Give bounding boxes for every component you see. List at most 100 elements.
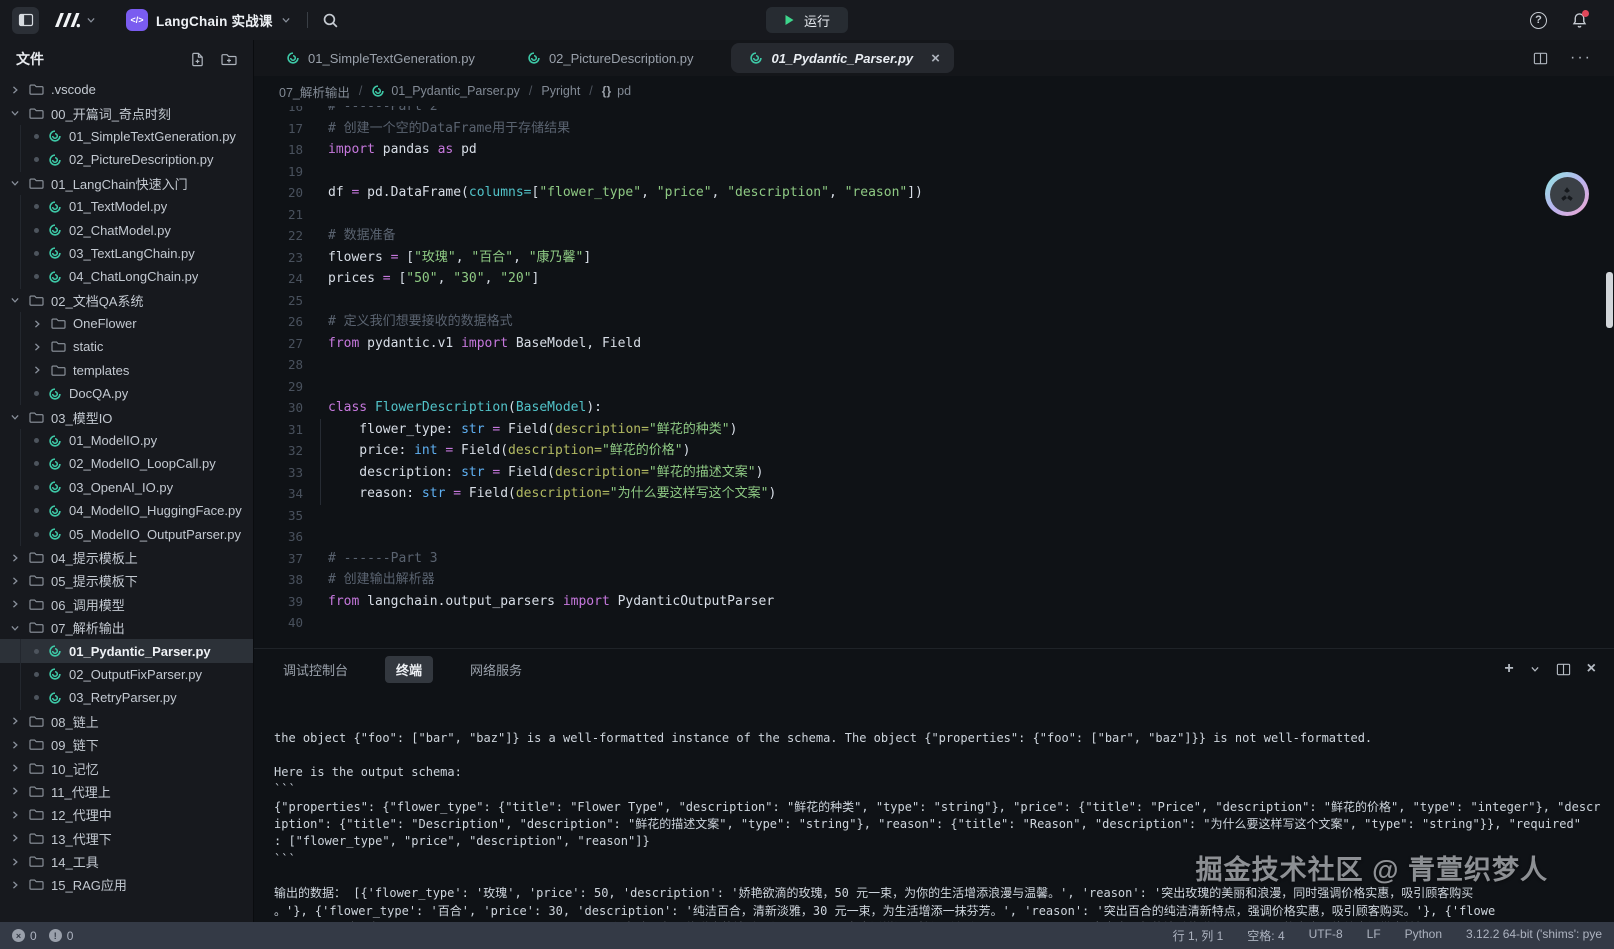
tree-item[interactable]: 03_RetryParser.py xyxy=(0,686,253,709)
tree-item-label: 01_SimpleTextGeneration.py xyxy=(69,129,236,144)
folder-icon xyxy=(29,574,44,587)
sidebar-toggle-button[interactable] xyxy=(12,7,39,34)
new-folder-icon[interactable] xyxy=(221,52,237,67)
statusbar-item[interactable]: 行 1, 列 1 xyxy=(1173,927,1224,944)
python-file-icon xyxy=(48,527,62,541)
tree-item[interactable]: 04_ChatLongChain.py xyxy=(0,265,253,288)
tree-item[interactable]: DocQA.py xyxy=(0,382,253,405)
folder-icon xyxy=(51,317,66,330)
tree-item[interactable]: 03_OpenAI_IO.py xyxy=(0,476,253,499)
breadcrumb-item[interactable]: {}pd xyxy=(602,84,631,98)
tree-item[interactable]: 02_OutputFixParser.py xyxy=(0,663,253,686)
tree-item[interactable]: 01_SimpleTextGeneration.py xyxy=(0,125,253,148)
tree-item[interactable]: 02_文档QA系统 xyxy=(0,289,253,312)
panel-tab[interactable]: 终端 xyxy=(385,656,433,683)
file-tree: .vscode00_开篇词_奇点时刻 01_SimpleTextGeneratio… xyxy=(0,78,253,897)
statusbar-item[interactable]: LF xyxy=(1367,927,1381,944)
tree-item[interactable]: 12_代理中 xyxy=(0,803,253,826)
problems-warnings[interactable]: ! 0 xyxy=(49,929,74,943)
terminal-output[interactable]: the object {"foo": ["bar", "baz"]} is a … xyxy=(254,689,1614,923)
folder-icon xyxy=(29,738,44,751)
run-button[interactable]: 运行 xyxy=(766,7,848,33)
statusbar-item[interactable]: UTF-8 xyxy=(1309,927,1343,944)
tree-item[interactable]: 06_调用模型 xyxy=(0,593,253,616)
help-button[interactable]: ? xyxy=(1530,12,1547,29)
editor-scrollbar-thumb[interactable] xyxy=(1606,272,1613,328)
split-terminal-icon[interactable] xyxy=(1556,662,1571,677)
tree-item[interactable]: 03_模型IO xyxy=(0,405,253,428)
tree-item[interactable]: 08_链上 xyxy=(0,710,253,733)
tree-item[interactable]: 09_链下 xyxy=(0,733,253,756)
code-line: 30class FlowerDescription(BaseModel): xyxy=(254,397,1614,419)
code-line: 31 flower_type: str = Field(description=… xyxy=(254,419,1614,441)
problems-errors[interactable]: × 0 xyxy=(12,929,37,943)
split-editor-icon[interactable] xyxy=(1533,51,1548,66)
editor-tab[interactable]: 02_PictureDescription.py xyxy=(501,40,720,76)
app-menu[interactable] xyxy=(53,12,96,28)
tree-item[interactable]: static xyxy=(0,335,253,358)
tree-item[interactable]: 07_解析输出 xyxy=(0,616,253,639)
breadcrumb-item[interactable]: Pyright xyxy=(541,84,580,98)
editor-tabbar: 01_SimpleTextGeneration.py02_PictureDesc… xyxy=(254,40,1614,76)
folder-icon xyxy=(29,107,44,120)
tree-item-label: 11_代理上 xyxy=(51,782,111,801)
breadcrumb-item[interactable]: 07_解析输出 xyxy=(279,82,350,101)
code-editor[interactable]: 16# ------Part 217# 创建一个空的DataFrame用于存储结… xyxy=(254,106,1614,648)
code-line: 38# 创建输出解析器 xyxy=(254,569,1614,591)
tree-item[interactable]: templates xyxy=(0,359,253,382)
tree-item[interactable]: 02_PictureDescription.py xyxy=(0,148,253,171)
editor-tab[interactable]: 01_Pydantic_Parser.py× xyxy=(731,43,953,73)
tree-item[interactable]: .vscode xyxy=(0,78,253,101)
new-terminal-icon[interactable]: + xyxy=(1504,660,1513,678)
more-actions-icon[interactable]: ··· xyxy=(1570,49,1592,67)
tree-item[interactable]: 02_ChatModel.py xyxy=(0,218,253,241)
tree-item[interactable]: 05_ModelIO_OutputParser.py xyxy=(0,522,253,545)
terminal-line: iption": {"title": "Description", "descr… xyxy=(274,816,1614,833)
tree-item[interactable]: 00_开篇词_奇点时刻 xyxy=(0,101,253,124)
tree-item[interactable]: 01_LangChain快速入门 xyxy=(0,172,253,195)
tree-item[interactable]: 04_提示模板上 xyxy=(0,546,253,569)
notifications-button[interactable] xyxy=(1571,12,1588,29)
close-panel-icon[interactable]: × xyxy=(1587,660,1596,678)
run-button-label: 运行 xyxy=(804,11,830,30)
ai-assistant-button[interactable] xyxy=(1545,172,1589,216)
chevron-right-icon xyxy=(10,786,22,796)
statusbar-item[interactable]: Python xyxy=(1405,927,1442,944)
editor-tab[interactable]: 01_SimpleTextGeneration.py xyxy=(260,40,501,76)
tree-item[interactable]: 04_ModelIO_HuggingFace.py xyxy=(0,499,253,522)
folder-icon xyxy=(29,177,44,190)
tree-item[interactable]: 11_代理上 xyxy=(0,780,253,803)
line-number: 18 xyxy=(254,139,303,161)
python-file-icon xyxy=(48,434,62,448)
code-line-content: from pydantic.v1 import BaseModel, Field xyxy=(328,333,641,355)
tree-item[interactable]: 15_RAG应用 xyxy=(0,873,253,896)
code-line: 33 description: str = Field(description=… xyxy=(254,462,1614,484)
modified-dot xyxy=(34,391,39,396)
panel-tab[interactable]: 网络服务 xyxy=(459,656,533,683)
workspace-switcher[interactable]: </> LangChain 实战课 xyxy=(126,9,291,31)
breadcrumb-item[interactable]: 01_Pydantic_Parser.py xyxy=(371,84,520,98)
statusbar-item[interactable]: 空格: 4 xyxy=(1247,927,1284,944)
editor-tabs: 01_SimpleTextGeneration.py02_PictureDesc… xyxy=(260,40,960,76)
statusbar-item[interactable]: 3.12.2 64-bit ('shims': pye xyxy=(1466,927,1602,944)
panel-tab[interactable]: 调试控制台 xyxy=(272,656,359,683)
tree-item[interactable]: 14_工具 xyxy=(0,850,253,873)
terminal-line xyxy=(274,868,1614,885)
tree-item[interactable]: 01_TextModel.py xyxy=(0,195,253,218)
tree-item[interactable]: 10_记忆 xyxy=(0,756,253,779)
tree-item[interactable]: 03_TextLangChain.py xyxy=(0,242,253,265)
tree-item[interactable]: OneFlower xyxy=(0,312,253,335)
workspace-icon: </> xyxy=(126,9,148,31)
new-file-icon[interactable] xyxy=(190,52,205,67)
terminal-dropdown-icon[interactable] xyxy=(1530,664,1540,674)
line-number: 36 xyxy=(254,526,303,548)
tree-item[interactable]: 01_ModelIO.py xyxy=(0,429,253,452)
folder-icon xyxy=(29,411,44,424)
tree-item[interactable]: 02_ModelIO_LoopCall.py xyxy=(0,452,253,475)
close-tab-icon[interactable]: × xyxy=(931,50,940,67)
search-button[interactable] xyxy=(322,12,339,29)
tree-item[interactable]: 05_提示模板下 xyxy=(0,569,253,592)
tree-item[interactable]: 13_代理下 xyxy=(0,827,253,850)
tree-item[interactable]: 01_Pydantic_Parser.py xyxy=(0,639,253,662)
tree-item-label: 06_调用模型 xyxy=(51,595,125,614)
